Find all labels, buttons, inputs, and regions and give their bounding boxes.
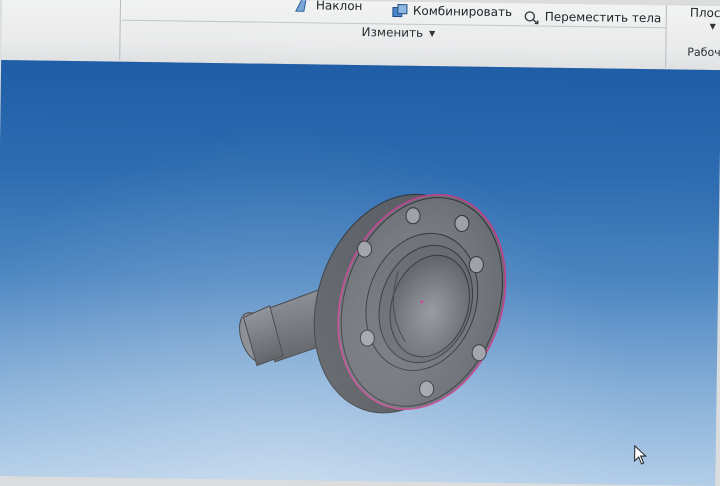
cad-application-window: Наклон Комбинировать Переместить тела Из… <box>0 0 720 486</box>
mouse-pointer-icon <box>634 444 648 469</box>
3d-model-flange-shaft[interactable] <box>0 0 720 486</box>
